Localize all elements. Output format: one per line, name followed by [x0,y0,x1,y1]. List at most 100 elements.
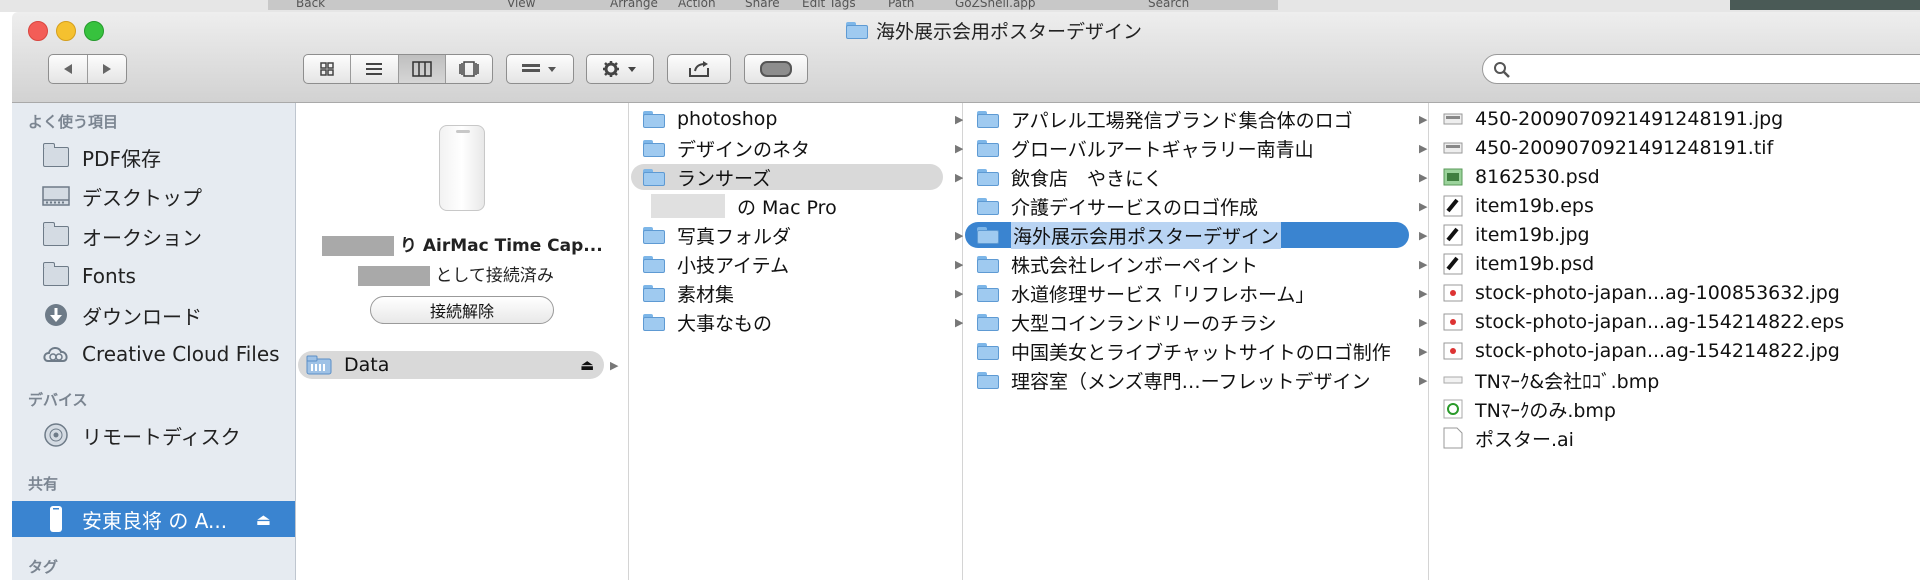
list-item-folder[interactable]: 飲食店 やきにく ▶ [971,164,1427,190]
disclosure-arrow-icon: ▶ [1419,315,1428,329]
list-item-file[interactable]: 8162530.psd [1437,164,1600,190]
file-label: stock-photo-japan...ag-100853632.jpg [1475,282,1840,304]
arrange-icon [522,64,556,72]
list-item-folder[interactable]: 素材集 ▶ [637,280,963,306]
list-item-folder[interactable]: 大事なもの ▶ [637,309,963,335]
list-item-folder[interactable]: アパレル工場発信ブランド集合体のロゴ ▶ [971,106,1427,132]
folder-label: 写真フォルダ [677,225,792,248]
bmp-file-icon [1443,376,1463,384]
list-item-file[interactable]: item19b.eps [1437,193,1594,219]
folder-label: 株式会社レインボーペイント [1011,254,1259,277]
folder-icon [643,168,665,186]
photo-file-icon [1443,342,1463,360]
folder-label: 大事なもの [677,312,773,335]
sidebar-item-label: オークション [82,225,202,250]
list-item-folder[interactable]: 小技アイテム ▶ [637,251,963,277]
sidebar-item-remote-disc[interactable]: リモートディスク [12,419,295,451]
list-item-file[interactable]: 450-2009070921491248191.tif [1437,135,1773,161]
sidebar-item-label: PDF保存 [82,146,161,171]
back-button[interactable] [49,55,88,83]
share-button[interactable] [667,54,731,84]
close-window-button[interactable] [28,21,48,41]
disclosure-arrow-icon: ▶ [1419,141,1428,155]
folder-icon [977,371,999,389]
list-item-file[interactable]: stock-photo-japan...ag-100853632.jpg [1437,280,1840,306]
sidebar-item-creative-cloud[interactable]: Creative Cloud Files [12,338,295,370]
folder-label[interactable]: 海外展示会用ポスターデザイン [1011,221,1282,249]
ghost-label-app: GoZShell.app [955,0,1036,10]
photo-file-icon [1443,284,1463,302]
list-item-folder[interactable]: 大型コインランドリーのチラシ ▶ [971,309,1427,335]
search-field[interactable] [1482,54,1920,84]
list-item-file[interactable]: ポスター.ai [1437,425,1574,451]
zoom-window-button[interactable] [84,21,104,41]
minimize-window-button[interactable] [56,21,76,41]
ghost-label-path: Path [888,0,915,10]
volume-row-data[interactable]: Data ⏏ ▶ [298,351,618,379]
file-label: 450-2009070921491248191.tif [1475,137,1774,159]
disclosure-arrow-icon: ▶ [610,358,619,372]
list-item-folder[interactable]: デザインのネタ ▶ [637,135,963,161]
finder-window: Back View Arrange Action Share Edit Tags… [0,0,1920,580]
cover-flow-view-button[interactable] [446,55,492,83]
sidebar-item-label: Fonts [82,264,136,288]
sidebar-item-fonts[interactable]: Fonts [12,260,295,292]
list-item-folder[interactable]: 写真フォルダ ▶ [637,222,963,248]
folder-label: 中国美女とライブチャットサイトのロゴ制作 [1011,341,1391,364]
connection-status: として接続済み [358,261,554,286]
sidebar-item-shared-airmac[interactable]: 安東良将 の A... ⏏ [12,501,295,537]
list-item-file[interactable]: item19b.jpg [1437,222,1590,248]
column-view-button[interactable] [398,55,446,83]
edit-tags-button[interactable] [744,54,808,84]
remote-disc-icon [44,423,68,447]
devices-heading: デバイス [28,391,88,409]
disclosure-arrow-icon: ▶ [1419,199,1428,213]
list-item-shared-computer[interactable]: の Mac Pro [637,193,837,219]
list-item-folder-selected[interactable]: 海外展示会用ポスターデザイン ▶ [965,221,1427,249]
redacted-user [358,266,430,286]
list-item-file[interactable]: TNﾏｰｸ&会社ﾛｺﾞ.bmp [1437,367,1659,393]
list-item-file[interactable]: stock-photo-japan...ag-154214822.eps [1437,309,1844,335]
sidebar-item-pdf[interactable]: PDF保存 [12,141,295,173]
list-item-file[interactable]: item19b.psd [1437,251,1594,277]
list-item-file[interactable]: stock-photo-japan...ag-154214822.jpg [1437,338,1840,364]
list-item-folder[interactable]: 中国美女とライブチャットサイトのロゴ制作 ▶ [971,338,1427,364]
folder-icon [977,313,999,331]
folder-label: 理容室（メンズ専門…ーフレットデザイン [1011,370,1371,393]
eject-icon[interactable]: ⏏ [580,356,594,374]
icon-view-button[interactable] [304,55,352,83]
folder-icon [977,255,999,273]
eject-icon[interactable]: ⏏ [256,510,271,529]
list-item-folder[interactable]: 水道修理サービス「リフレホーム」 ▶ [971,280,1427,306]
list-item-folder[interactable]: グローバルアートギャラリー南青山 ▶ [971,135,1427,161]
list-item-folder[interactable]: 理容室（メンズ専門…ーフレットデザイン ▶ [971,367,1427,393]
folder-icon [42,222,69,246]
list-item-folder[interactable]: 介護デイサービスのロゴ作成 ▶ [971,193,1427,219]
device-name: り AirMac Time Cap... [322,231,622,256]
action-menu-button[interactable] [586,54,654,84]
file-label: TNﾏｰｸのみ.bmp [1475,399,1616,422]
list-view-button[interactable] [351,55,399,83]
list-item-folder[interactable]: 株式会社レインボーペイント ▶ [971,251,1427,277]
column-poster-files: 450-2009070921491248191.jpg 450-20090709… [1429,103,1920,580]
download-icon [45,304,67,326]
sidebar-item-label: デスクトップ [82,185,202,210]
file-label: item19b.jpg [1475,224,1590,246]
folder-icon [643,255,665,273]
column-view-icon [411,61,432,77]
sidebar-item-desktop[interactable]: デスクトップ [12,180,295,212]
list-item-folder-selected[interactable]: ランサーズ ▶ [631,164,963,190]
sidebar-item-label: ダウンロード [82,304,202,329]
sidebar-item-downloads[interactable]: ダウンロード [12,299,295,331]
list-item-folder[interactable]: photoshop ▶ [637,106,963,132]
folder-icon [977,284,999,302]
list-item-file[interactable]: TNﾏｰｸのみ.bmp [1437,396,1616,422]
disconnect-button[interactable]: 接続解除 [370,296,554,324]
folder-icon [977,197,999,215]
list-item-file[interactable]: 450-2009070921491248191.jpg [1437,106,1783,132]
sidebar-item-auction[interactable]: オークション [12,220,295,252]
forward-button[interactable] [88,55,126,83]
arrange-menu-button[interactable] [506,54,574,84]
folder-label: 飲食店 やきにく [1011,167,1163,190]
folder-label: アパレル工場発信ブランド集合体のロゴ [1011,109,1353,132]
